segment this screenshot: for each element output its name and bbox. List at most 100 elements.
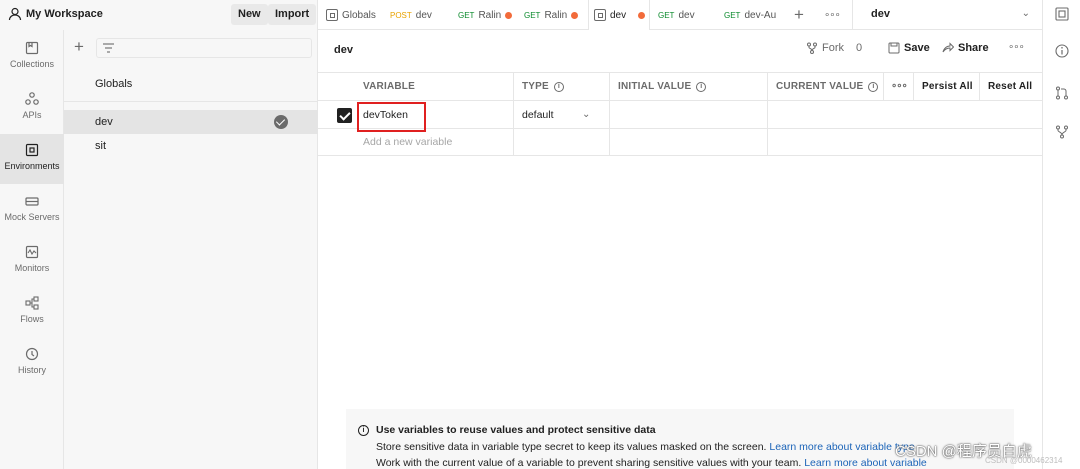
- header-current-value: CURRENT VALUE i: [768, 73, 884, 100]
- reset-all-label: Reset All: [988, 81, 1033, 92]
- share-button[interactable]: Share: [942, 42, 989, 54]
- learn-more-variable-type-link[interactable]: Learn more about variable type: [769, 441, 914, 453]
- sidebar-item-environments[interactable]: Environments: [0, 134, 64, 184]
- header-initial-value: INITIAL VALUE i: [610, 73, 768, 100]
- tab-label: dev: [415, 9, 432, 21]
- tab-label: dev-Au: [744, 9, 776, 21]
- sidebar-item-collections[interactable]: Collections: [0, 32, 64, 82]
- import-button[interactable]: Import: [268, 4, 317, 25]
- info-icon[interactable]: [1055, 44, 1069, 58]
- header-label: VARIABLE: [363, 81, 415, 92]
- env-item-label: dev: [95, 116, 113, 128]
- more-tabs-icon[interactable]: ∘∘∘: [824, 0, 840, 30]
- row-enabled-checkbox[interactable]: [337, 108, 352, 123]
- right-rail: [1042, 0, 1080, 469]
- banner-line-1: Store sensitive data in variable type se…: [376, 441, 915, 453]
- unsaved-dot-icon: [638, 11, 646, 19]
- sidebar-item-flows[interactable]: Flows: [0, 287, 64, 337]
- tab-get-ralin-2[interactable]: GET Ralin: [524, 0, 582, 30]
- top-bar: My Workspace New Import Globals POST dev…: [0, 0, 1080, 30]
- sidebar-item-monitors[interactable]: Monitors: [0, 236, 64, 286]
- table-header-row: VARIABLE TYPE i INITIAL VALUE i CURRENT VA…: [318, 72, 1042, 101]
- share-icon: [942, 42, 954, 53]
- environment-selector[interactable]: dev ⌄: [852, 0, 1042, 30]
- fork-count: 0: [856, 42, 863, 54]
- pull-request-icon[interactable]: [1055, 86, 1069, 100]
- persist-all-label: Persist All: [922, 81, 973, 92]
- env-item-sit[interactable]: sit: [64, 134, 318, 158]
- fork-button[interactable]: Fork 0: [806, 42, 862, 54]
- banner-line-2: Work with the current value of a variabl…: [376, 457, 927, 469]
- banner-text: Work with the current value of a variabl…: [376, 457, 802, 469]
- current-value-cell[interactable]: [768, 101, 1042, 128]
- environment-quick-look-icon[interactable]: [1055, 7, 1069, 21]
- tab-dev-active[interactable]: dev: [588, 0, 650, 30]
- tab-label: Ralin: [478, 9, 502, 21]
- server-icon: [25, 197, 39, 206]
- environment-selector-value: dev: [871, 8, 890, 20]
- tab-globals[interactable]: Globals: [326, 0, 378, 30]
- annotation-highlight-box: [357, 102, 426, 132]
- fork-icon[interactable]: [1055, 125, 1069, 139]
- reset-all-button[interactable]: Reset All: [980, 73, 1042, 100]
- sidebar-item-apis[interactable]: APIs: [0, 83, 64, 133]
- environment-icon: [594, 9, 606, 21]
- tab-get-ralin-1[interactable]: GET Ralin: [458, 0, 514, 30]
- active-check-icon[interactable]: [274, 115, 288, 129]
- table-row: devToken default ⌄: [318, 101, 1042, 132]
- header-label: CURRENT VALUE: [776, 81, 864, 92]
- method-badge: GET: [724, 10, 741, 20]
- method-badge: GET: [524, 10, 541, 20]
- info-icon[interactable]: i: [553, 81, 564, 92]
- environments-icon: [25, 143, 39, 157]
- info-icon[interactable]: i: [696, 81, 707, 92]
- env-item-dev[interactable]: dev: [64, 110, 318, 134]
- banner-text: Store sensitive data in variable type se…: [376, 441, 767, 453]
- env-item-globals[interactable]: Globals: [64, 70, 318, 102]
- sidebar-item-label: Collections: [9, 59, 55, 69]
- watermark-sub: CSDN @0000462314: [985, 456, 1063, 465]
- workspace-name[interactable]: My Workspace: [26, 8, 103, 20]
- header-type: TYPE i: [514, 73, 610, 100]
- info-icon: i: [358, 425, 369, 436]
- fork-label: Fork: [822, 42, 844, 54]
- tab-label: Globals: [342, 9, 376, 21]
- sidebar-item-label: Mock Servers: [4, 212, 60, 222]
- add-environment-icon[interactable]: +: [74, 38, 84, 55]
- filter-input[interactable]: [96, 38, 312, 58]
- type-dropdown[interactable]: default ⌄: [514, 101, 610, 128]
- table-row-new: Add a new variable: [318, 129, 1042, 156]
- tab-post-dev[interactable]: POST dev: [390, 0, 448, 30]
- new-button[interactable]: New: [231, 4, 268, 25]
- sidebar-item-label: History: [17, 365, 46, 375]
- environment-icon: [326, 9, 338, 21]
- monitor-icon: [25, 245, 39, 259]
- sidebar-item-history[interactable]: History: [0, 338, 64, 388]
- banner-title: Use variables to reuse values and protec…: [376, 424, 656, 436]
- more-actions-icon[interactable]: ∘∘∘: [1008, 42, 1025, 53]
- apis-icon: [25, 92, 39, 105]
- tab-label: dev: [610, 9, 627, 21]
- environment-editor: dev Fork 0 Save Share ∘∘∘ VARIABLE TYPE i…: [318, 30, 1042, 469]
- header-label: TYPE: [522, 81, 549, 92]
- new-type-cell[interactable]: [514, 129, 610, 155]
- persist-all-button[interactable]: Persist All: [914, 73, 980, 100]
- info-icon[interactable]: i: [868, 81, 879, 92]
- new-variable-placeholder: Add a new variable: [363, 136, 453, 148]
- new-current-cell[interactable]: [768, 129, 1042, 155]
- new-tab-plus-icon[interactable]: +: [794, 0, 810, 30]
- type-value: default: [522, 108, 554, 121]
- method-badge: GET: [658, 10, 675, 20]
- fork-icon: [807, 42, 817, 54]
- new-initial-cell[interactable]: [610, 129, 768, 155]
- collections-icon: [25, 41, 39, 55]
- column-more-icon[interactable]: ∘∘∘: [884, 73, 914, 100]
- save-label: Save: [904, 42, 930, 54]
- tab-get-dev-au[interactable]: GET dev-Au: [724, 0, 776, 30]
- sidebar-item-mock-servers[interactable]: Mock Servers: [0, 185, 64, 235]
- new-variable-input[interactable]: Add a new variable: [355, 129, 514, 155]
- tab-get-dev[interactable]: GET dev: [658, 0, 714, 30]
- initial-value-cell[interactable]: [610, 101, 768, 128]
- header-variable: VARIABLE: [355, 73, 514, 100]
- save-button[interactable]: Save: [888, 42, 930, 54]
